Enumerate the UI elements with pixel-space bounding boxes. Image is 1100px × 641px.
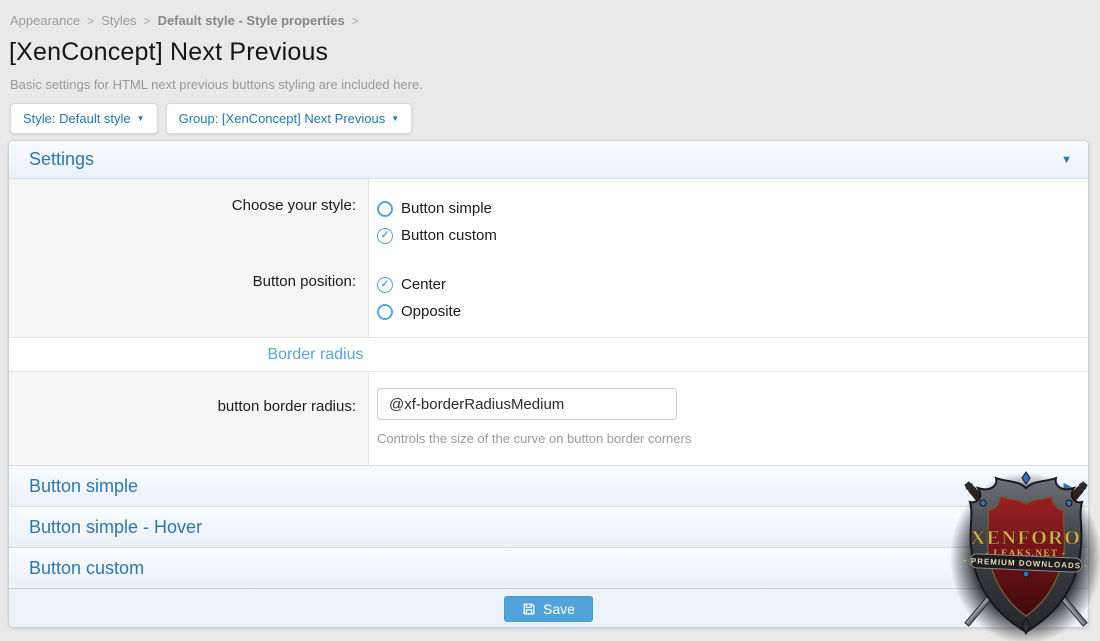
breadcrumb-item-appearance[interactable]: Appearance: [10, 13, 80, 28]
radio-option-button-simple[interactable]: Button simple: [377, 195, 1088, 222]
chevron-right-icon: ▶: [1063, 480, 1072, 493]
section-header-button-simple[interactable]: Button simple ▶: [9, 465, 1088, 506]
radio-option-opposite[interactable]: Opposite: [377, 298, 1088, 325]
explain-text: Controls the size of the curve on button…: [377, 431, 692, 446]
floppy-disk-icon: [523, 603, 535, 615]
section-header-button-simple-hover[interactable]: Button simple - Hover: [9, 506, 1088, 547]
group-dropdown-label: Group: [XenConcept] Next Previous: [178, 111, 386, 126]
group-dropdown-button[interactable]: Group: [XenConcept] Next Previous ▼: [165, 103, 413, 134]
style-dropdown-label: Style: Default style: [23, 111, 131, 126]
radio-option-button-custom[interactable]: Button custom: [377, 222, 1088, 249]
section-header-button-custom[interactable]: Button custom: [9, 547, 1088, 588]
form-row-border-radius: button border radius: Controls the size …: [9, 372, 1088, 465]
save-button-label: Save: [543, 601, 575, 617]
breadcrumb-item-style-properties[interactable]: Default style - Style properties: [158, 13, 345, 28]
minor-header-row: Border radius: [9, 337, 1088, 372]
radio-group-choose-style: Button simple Button custom: [369, 179, 1088, 259]
form-label: button border radius:: [9, 372, 369, 465]
breadcrumb-separator-icon: >: [87, 13, 95, 28]
radio-label: Button custom: [401, 227, 497, 244]
radio-label: Center: [401, 276, 447, 293]
form-label: Choose your style:: [9, 179, 369, 259]
breadcrumb-separator-icon: >: [351, 13, 359, 28]
radio-label: Button simple: [401, 200, 492, 217]
form-row-choose-style: Choose your style: Button simple Button …: [9, 179, 1088, 259]
radio-option-center[interactable]: Center: [377, 271, 1088, 298]
border-radius-field-wrap: Controls the size of the curve on button…: [369, 372, 1088, 465]
radio-icon[interactable]: [377, 303, 393, 320]
style-dropdown-button[interactable]: Style: Default style ▼: [10, 103, 158, 134]
settings-section-header[interactable]: Settings ▼: [9, 141, 1088, 179]
chevron-down-icon: ▼: [391, 113, 400, 123]
breadcrumb: Appearance > Styles > Default style - St…: [10, 13, 359, 28]
form-label: Button position:: [9, 259, 369, 337]
page-description: Basic settings for HTML next previous bu…: [10, 77, 423, 92]
radio-checked-icon[interactable]: [377, 276, 393, 293]
section-title: Button custom: [29, 557, 145, 578]
radio-group-button-position: Center Opposite: [369, 259, 1088, 337]
border-radius-input[interactable]: [377, 388, 677, 420]
radio-icon[interactable]: [377, 200, 393, 217]
page-title: [XenConcept] Next Previous: [9, 38, 329, 66]
section-title: Button simple: [29, 475, 139, 496]
filter-bar: Style: Default style ▼ Group: [XenConcep…: [10, 103, 413, 134]
admin-style-properties-page: Appearance > Styles > Default style - St…: [0, 0, 1100, 641]
footer-bar: Save: [9, 588, 1088, 627]
settings-section-title: Settings: [29, 149, 95, 169]
chevron-down-icon: ▼: [136, 113, 145, 123]
breadcrumb-item-styles[interactable]: Styles: [101, 13, 136, 28]
minor-header-border-radius: Border radius: [267, 345, 364, 363]
radio-label: Opposite: [401, 303, 462, 320]
save-button[interactable]: Save: [504, 596, 593, 622]
radio-checked-icon[interactable]: [377, 227, 393, 244]
chevron-down-icon: ▼: [1061, 153, 1072, 166]
form-row-button-position: Button position: Center Opposite: [9, 259, 1088, 337]
style-properties-block: Settings ▼ Choose your style: Button sim…: [8, 140, 1089, 628]
breadcrumb-separator-icon: >: [143, 13, 151, 28]
section-title: Button simple - Hover: [29, 516, 203, 537]
